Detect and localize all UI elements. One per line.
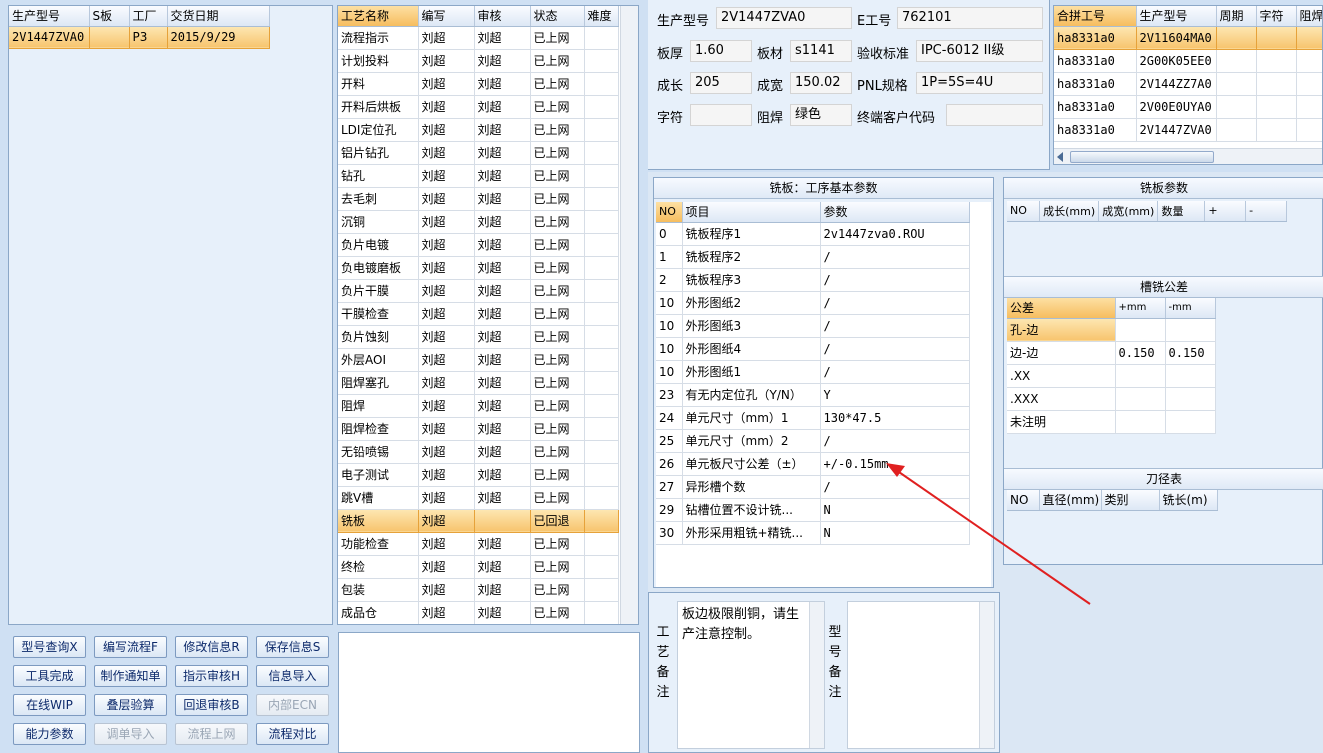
annotation-arrow [886, 463, 1091, 605]
